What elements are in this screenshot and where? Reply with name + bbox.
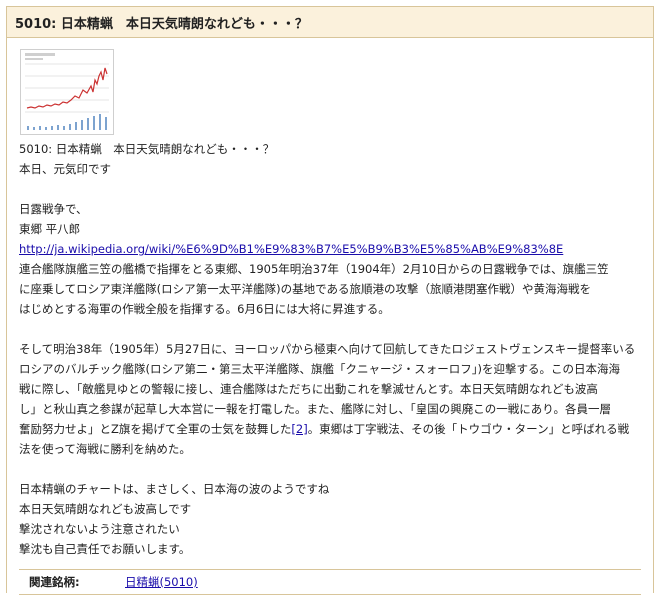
intro-note: 本日、元気印です bbox=[19, 162, 111, 176]
post-title: 5010: 日本精蝋 本日天気晴朗なれども・・・？ bbox=[7, 7, 653, 38]
person-name: 東郷 平八郎 bbox=[19, 222, 81, 236]
para2-line: そして明治38年（1905年）5月27日に、ヨーロッパから極東へ向けて回航してき… bbox=[19, 342, 636, 356]
related-stock-link[interactable]: 日精蝋(5010) bbox=[125, 574, 198, 590]
stock-chart-thumbnail[interactable] bbox=[20, 49, 114, 135]
para2-line: 戦に際し、「敵艦見ゆとの警報に接し、連合艦隊はただちに出動これを撃滅せんとす。本… bbox=[19, 382, 598, 396]
para1-line: 連合艦隊旗艦三笠の艦橋で指揮をとる東郷、1905年明治37年（1904年）2月1… bbox=[19, 262, 609, 276]
related-stocks-label: 関連銘柄: bbox=[29, 575, 80, 589]
para2-text: 。東郷は丁字戦法、その後「トウゴウ・ターン」と呼ばれる戦 bbox=[307, 422, 630, 436]
closing-line: 本日天気晴朗なれども波高しです bbox=[19, 502, 192, 516]
para2-line: し」と秋山真之参謀が起草し大本営に一報を打電した。また、艦隊に対し、「皇国の興廃… bbox=[19, 402, 612, 416]
para2-text: 奮励努力せよ」とZ旗を掲げて全軍の士気を鼓舞した bbox=[19, 422, 292, 436]
footnote-ref-link[interactable]: [2] bbox=[291, 422, 307, 436]
closing-line: 撃沈されないよう注意されたい bbox=[19, 522, 180, 536]
para1-line: に座乗してロシア東洋艦隊(ロシア第一太平洋艦隊)の基地である旅順港の攻撃（旅順港… bbox=[19, 282, 592, 296]
wikipedia-link[interactable]: http://ja.wikipedia.org/wiki/%E6%9D%B1%E… bbox=[19, 242, 563, 256]
chart-thumbnail-icon bbox=[21, 50, 113, 134]
para2-line-with-ref: 奮励努力せよ」とZ旗を掲げて全軍の士気を鼓舞した[2]。東郷は丁字戦法、その後「… bbox=[19, 419, 643, 439]
war-heading: 日露戦争で、 bbox=[19, 202, 88, 216]
para1-line: はじめとする海軍の作戦全般を指揮する。6月6日には大将に昇進する。 bbox=[19, 302, 390, 316]
post-body: 5010: 日本精蝋 本日天気晴朗なれども・・・？ 本日、元気印です 日露戦争で… bbox=[19, 139, 643, 559]
related-stocks-row: 関連銘柄: 日精蝋(5010) bbox=[19, 569, 641, 595]
closing-line: 撃沈も自己責任でお願いします。 bbox=[19, 542, 191, 556]
closing-line: 日本精蝋のチャートは、まさしく、日本海の波のようですね bbox=[19, 482, 330, 496]
para2-line: 法を使って海戦に勝利を納めた。 bbox=[19, 442, 191, 456]
intro-title: 5010: 日本精蝋 本日天気晴朗なれども・・・？ bbox=[19, 142, 275, 156]
post-panel: 5010: 日本精蝋 本日天気晴朗なれども・・・？ 5010: 日本精蝋 本日天… bbox=[6, 6, 654, 595]
para2-line: ロシアのバルチック艦隊(ロシア第二・第三太平洋艦隊、旗艦「クニャージ・スォーロフ… bbox=[19, 362, 620, 376]
